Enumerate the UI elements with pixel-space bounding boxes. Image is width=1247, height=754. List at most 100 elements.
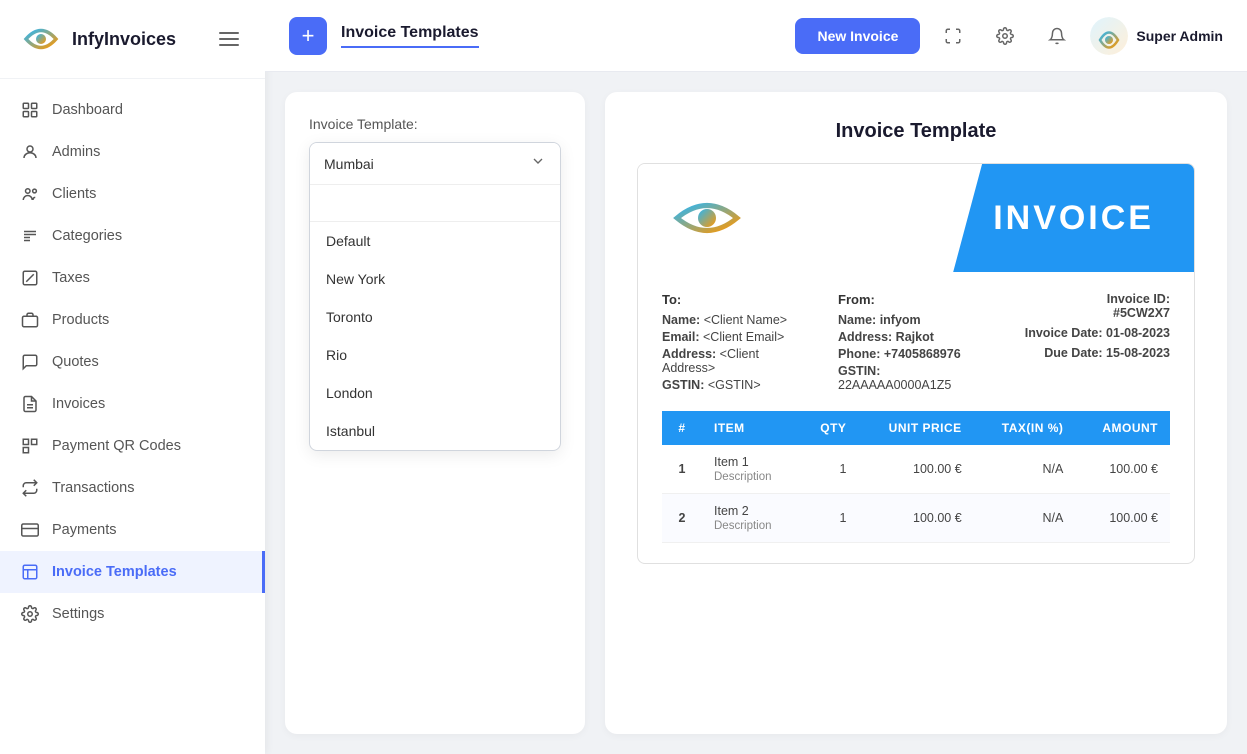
- settings-button[interactable]: [986, 17, 1024, 55]
- sidebar-item-categories[interactable]: Categories: [0, 215, 265, 257]
- sidebar-item-invoice-templates[interactable]: Invoice Templates: [0, 551, 265, 593]
- invoice-date-row: Invoice Date: 01-08-2023: [990, 326, 1170, 340]
- dropdown-item-rio[interactable]: Rio: [310, 336, 560, 374]
- col-tax: TAX(IN %): [974, 411, 1076, 445]
- sidebar-label-payments: Payments: [52, 522, 116, 538]
- sidebar-item-transactions[interactable]: Transactions: [0, 467, 265, 509]
- taxes-icon: [20, 268, 40, 288]
- fullscreen-button[interactable]: [934, 17, 972, 55]
- sidebar-item-settings[interactable]: Settings: [0, 593, 265, 635]
- sidebar-label-admins: Admins: [52, 144, 100, 160]
- dropdown-item-istanbul[interactable]: Istanbul: [310, 412, 560, 450]
- from-name: Name: infyom: [838, 313, 990, 327]
- dropdown-item-london[interactable]: London: [310, 374, 560, 412]
- dropdown-item-toronto[interactable]: Toronto: [310, 298, 560, 336]
- from-address: Address: Rajkot: [838, 330, 990, 344]
- col-num: #: [662, 411, 702, 445]
- content-area: Invoice Template: Mumbai Default New Yor…: [265, 72, 1247, 754]
- main-area: + Invoice Templates New Invoice: [265, 0, 1247, 754]
- sidebar-label-categories: Categories: [52, 228, 122, 244]
- invoice-table: # ITEM QTY UNIT PRICE TAX(IN %) AMOUNT 1…: [662, 411, 1170, 543]
- col-item: ITEM: [702, 411, 799, 445]
- sidebar-item-dashboard[interactable]: Dashboard: [0, 89, 265, 131]
- invoice-preview-title: Invoice Template: [637, 120, 1195, 143]
- dashboard-icon: [20, 100, 40, 120]
- to-email: Email: <Client Email>: [662, 330, 814, 344]
- app-name: InfyInvoices: [72, 29, 176, 50]
- invoice-logo: [662, 188, 752, 248]
- from-gstin: GSTIN: 22AAAAA0000A1Z5: [838, 364, 990, 392]
- user-menu[interactable]: Super Admin: [1090, 17, 1223, 55]
- to-name: Name: <Client Name>: [662, 313, 814, 327]
- bell-icon: [1048, 27, 1066, 45]
- sidebar-label-settings: Settings: [52, 606, 104, 622]
- to-address: Address: <Client Address>: [662, 347, 814, 375]
- logo-icon: [20, 18, 62, 60]
- from-label: From:: [838, 292, 990, 307]
- sidebar-label-quotes: Quotes: [52, 354, 99, 370]
- dropdown-item-default[interactable]: Default: [310, 222, 560, 260]
- invoice-parties: To: Name: <Client Name> Email: <Client E…: [662, 292, 1170, 395]
- payments-icon: [20, 520, 40, 540]
- invoice-body: To: Name: <Client Name> Email: <Client E…: [638, 272, 1194, 563]
- invoice-id-row: Invoice ID: #5CW2X7: [990, 292, 1170, 320]
- templates-icon: [20, 562, 40, 582]
- sidebar-item-payments[interactable]: Payments: [0, 509, 265, 551]
- invoice-logo-area: [638, 164, 776, 272]
- dropdown-search-input[interactable]: [310, 185, 560, 222]
- table-row: 1 Item 1Description 1 100.00 € N/A 100.0…: [662, 445, 1170, 494]
- table-row: 2 Item 2Description 1 100.00 € N/A 100.0…: [662, 494, 1170, 543]
- hamburger-menu[interactable]: [213, 26, 245, 52]
- template-dropdown[interactable]: Mumbai Default New York Toronto Rio Lond…: [309, 142, 561, 451]
- dropdown-list: Default New York Toronto Rio London Ista…: [310, 222, 560, 450]
- new-invoice-button[interactable]: New Invoice: [795, 18, 920, 54]
- from-section: From: Name: infyom Address: Rajkot Phone…: [838, 292, 990, 395]
- sidebar-item-quotes[interactable]: Quotes: [0, 341, 265, 383]
- admins-icon: [20, 142, 40, 162]
- template-field-label: Invoice Template:: [309, 116, 561, 132]
- sidebar-label-clients: Clients: [52, 186, 96, 202]
- col-qty: QTY: [799, 411, 859, 445]
- sidebar-logo: InfyInvoices: [0, 0, 265, 79]
- sidebar-label-products: Products: [52, 312, 109, 328]
- col-unit-price: UNIT PRICE: [858, 411, 973, 445]
- dropdown-selected-value: Mumbai: [324, 156, 530, 172]
- dropdown-item-newyork[interactable]: New York: [310, 260, 560, 298]
- sidebar-item-clients[interactable]: Clients: [0, 173, 265, 215]
- invoice-header-text: INVOICE: [993, 199, 1154, 238]
- avatar: [1090, 17, 1128, 55]
- chevron-down-icon: [530, 153, 546, 174]
- quotes-icon: [20, 352, 40, 372]
- add-button[interactable]: +: [289, 17, 327, 55]
- gear-icon: [996, 27, 1014, 45]
- to-gstin: GSTIN: <GSTIN>: [662, 378, 814, 392]
- sidebar: InfyInvoices Dashboard Admins Clients: [0, 0, 265, 754]
- products-icon: [20, 310, 40, 330]
- sidebar-label-invoice-templates: Invoice Templates: [52, 564, 177, 580]
- sidebar-item-invoices[interactable]: Invoices: [0, 383, 265, 425]
- sidebar-label-dashboard: Dashboard: [52, 102, 123, 118]
- sidebar-nav: Dashboard Admins Clients Categories: [0, 79, 265, 754]
- user-name: Super Admin: [1136, 28, 1223, 44]
- topbar: + Invoice Templates New Invoice: [265, 0, 1247, 72]
- sidebar-label-invoices: Invoices: [52, 396, 105, 412]
- sidebar-item-taxes[interactable]: Taxes: [0, 257, 265, 299]
- sidebar-item-admins[interactable]: Admins: [0, 131, 265, 173]
- col-amount: AMOUNT: [1075, 411, 1170, 445]
- notification-button[interactable]: [1038, 17, 1076, 55]
- due-date-row: Due Date: 15-08-2023: [990, 346, 1170, 360]
- sidebar-label-payment-qr: Payment QR Codes: [52, 438, 181, 454]
- table-header-row: # ITEM QTY UNIT PRICE TAX(IN %) AMOUNT: [662, 411, 1170, 445]
- left-panel: Invoice Template: Mumbai Default New Yor…: [285, 92, 585, 734]
- settings-icon: [20, 604, 40, 624]
- categories-icon: [20, 226, 40, 246]
- from-phone: Phone: +7405868976: [838, 347, 990, 361]
- page-title: Invoice Templates: [341, 24, 479, 48]
- sidebar-item-products[interactable]: Products: [0, 299, 265, 341]
- invoice-card: INVOICE To: Name: <Client Name>: [637, 163, 1195, 564]
- to-section: To: Name: <Client Name> Email: <Client E…: [662, 292, 814, 395]
- sidebar-label-transactions: Transactions: [52, 480, 134, 496]
- transactions-icon: [20, 478, 40, 498]
- sidebar-item-payment-qr[interactable]: Payment QR Codes: [0, 425, 265, 467]
- invoice-meta: Invoice ID: #5CW2X7 Invoice Date: 01-08-…: [990, 292, 1170, 395]
